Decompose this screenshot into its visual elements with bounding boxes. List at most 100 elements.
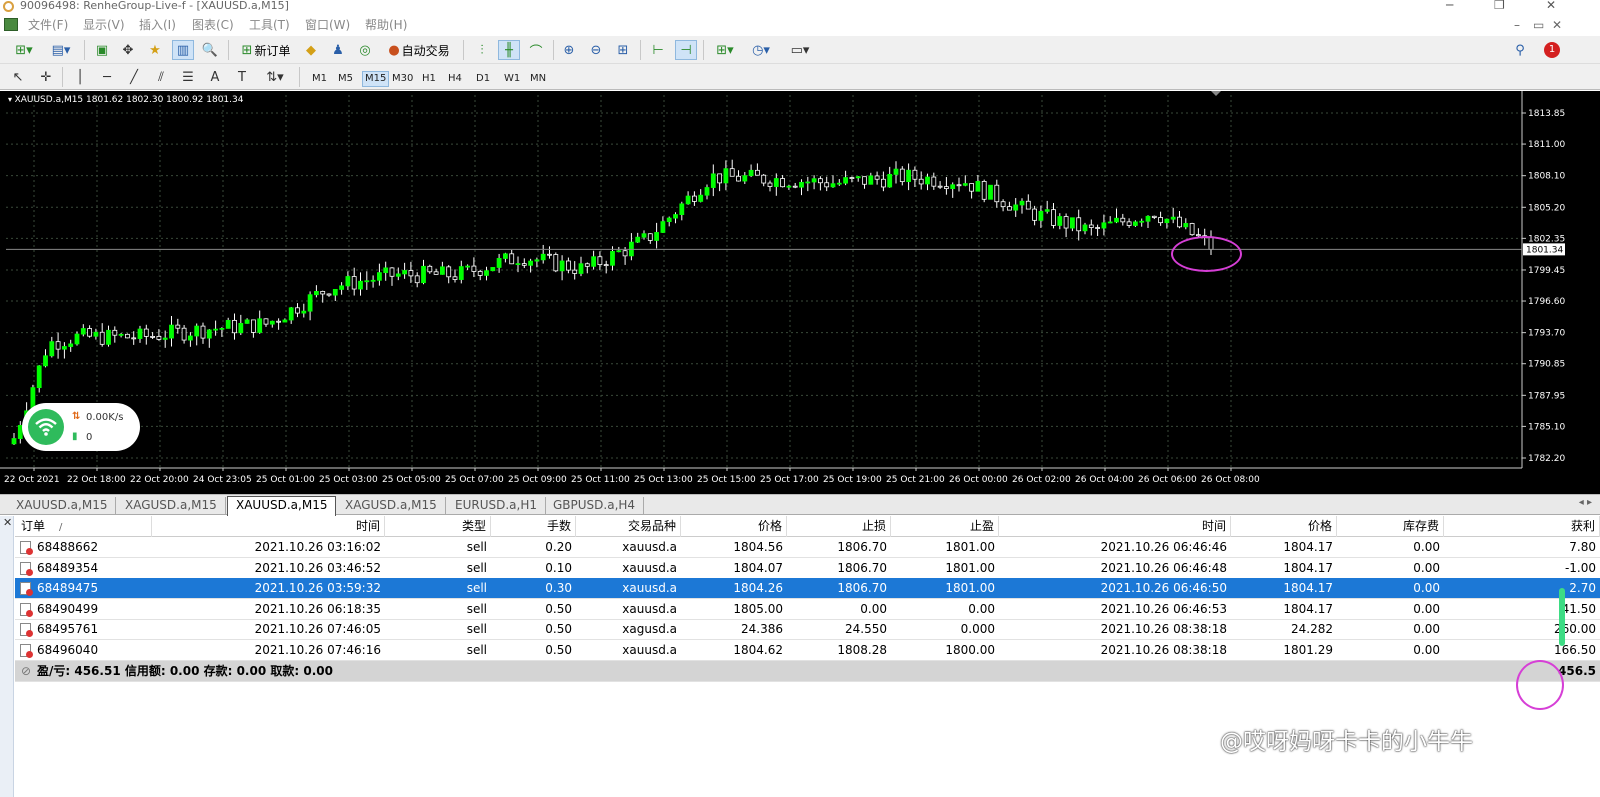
tab-xauusd-m15-1[interactable]: XAUUSD.a,M15 (8, 497, 117, 514)
bar-chart-icon[interactable]: ⫶ (472, 40, 492, 60)
child-close-button[interactable]: ✕ (1552, 15, 1562, 35)
column-header[interactable]: 库存费 (1337, 516, 1444, 537)
column-header[interactable]: 获利 (1444, 516, 1600, 537)
candle-body (446, 266, 452, 278)
column-header[interactable]: 交易品种 (576, 516, 681, 537)
strategy-tester-icon[interactable]: 🔍 (200, 40, 220, 60)
timeframe-d1[interactable]: D1 (474, 71, 492, 87)
arrows-icon[interactable]: ⇅▾ (259, 67, 291, 87)
column-header[interactable]: 止盈 (891, 516, 999, 537)
candle-body (729, 168, 735, 177)
text-label-icon[interactable]: T (232, 67, 252, 87)
auto-scroll-icon[interactable]: ⊢ (648, 40, 668, 60)
timeframe-m30[interactable]: M30 (390, 71, 415, 87)
auto-trading-button[interactable]: ● 自动交易 (383, 40, 455, 60)
close-button[interactable]: ✕ (1546, 0, 1556, 11)
data-window-icon[interactable]: ✥ (118, 40, 138, 60)
market-watch-icon[interactable]: ▣ (92, 40, 112, 60)
column-header[interactable]: 类型 (385, 516, 491, 537)
tab-xagusd-m15-2[interactable]: XAGUSD.a,M15 (337, 497, 446, 514)
timeframe-h4[interactable]: H4 (446, 71, 464, 87)
table-row[interactable]: 68495761 2021.10.26 07:46:05 sell 0.50 xagus… (15, 619, 1600, 640)
timeframe-m15[interactable]: M15 (362, 71, 390, 87)
terminal-icon[interactable]: ▥ (172, 40, 194, 60)
price-chart[interactable]: 1813.85 1811.00 1808.10 1805.20 1802.35 1799.… (0, 91, 1600, 494)
market-icon[interactable]: ◎ (355, 40, 375, 60)
column-header[interactable]: 价格 (1231, 516, 1337, 537)
zoom-in-icon[interactable]: ⊕ (559, 40, 579, 60)
cursor-icon[interactable]: ↖ (8, 67, 28, 87)
column-header[interactable]: 止损 (787, 516, 891, 537)
column-header[interactable]: 时间 (999, 516, 1231, 537)
metaeditor-icon[interactable]: ◆ (301, 40, 321, 60)
candle-body (320, 291, 326, 295)
timeframe-m1[interactable]: M1 (310, 71, 329, 87)
text-icon[interactable]: A (205, 67, 225, 87)
indicators-icon[interactable]: ⊞▾ (710, 40, 740, 60)
chart-tabs: XAUUSD.a,M15 XAGUSD.a,M15 XAUUSD.a,M15 X… (0, 494, 1600, 516)
child-minimize-button[interactable]: – (1514, 15, 1520, 35)
vertical-line-icon[interactable]: │ (70, 67, 90, 87)
terminal-close-icon[interactable]: ✕ (3, 516, 12, 529)
horizontal-line-icon[interactable]: ─ (97, 67, 117, 87)
candle-body (439, 266, 445, 275)
trendline-icon[interactable]: ╱ (124, 67, 144, 87)
timeframe-mn[interactable]: MN (528, 71, 548, 87)
templates-icon[interactable]: ▭▾ (784, 40, 816, 60)
column-header[interactable]: 订单 / (15, 516, 152, 537)
crosshair-icon[interactable]: ✛ (36, 67, 56, 87)
menu-file[interactable]: 文件(F) (28, 15, 68, 35)
tab-gbpusd-h4[interactable]: GBPUSD.a,H4 (545, 497, 645, 514)
tab-eurusd-h1[interactable]: EURUSD.a,H1 (447, 497, 546, 514)
column-header[interactable]: 手数 (491, 516, 576, 537)
periods-icon[interactable]: ◷▾ (746, 40, 776, 60)
tab-xagusd-m15-1[interactable]: XAGUSD.a,M15 (117, 497, 226, 514)
channel-icon[interactable]: ⫽ (151, 67, 171, 87)
time-label: 26 Oct 00:00 (949, 475, 1008, 485)
scroll-indicator[interactable] (1559, 588, 1565, 646)
profiles-icon[interactable]: ▤▾ (47, 40, 75, 60)
fibonacci-icon[interactable]: ☰ (178, 67, 198, 87)
candle-body (137, 328, 143, 339)
tab-xauusd-m15-2[interactable]: XAUUSD.a,M15 (227, 496, 337, 516)
signals-icon[interactable]: ♟ (328, 40, 348, 60)
timeframe-w1[interactable]: W1 (502, 71, 522, 87)
candle-body (578, 263, 584, 274)
timeframe-m5[interactable]: M5 (336, 71, 355, 87)
candle-body (792, 185, 798, 188)
table-row[interactable]: 68490499 2021.10.26 06:18:35 sell 0.50 xauus… (15, 599, 1600, 620)
menu-window[interactable]: 窗口(W) (305, 15, 350, 35)
menu-view[interactable]: 显示(V) (83, 15, 125, 35)
table-cell: -1.00 (1564, 560, 1596, 575)
table-row[interactable]: 68488662 2021.10.26 03:16:02 sell 0.20 xauus… (15, 537, 1600, 558)
table-row[interactable]: 68496040 2021.10.26 07:46:16 sell 0.50 xauus… (15, 640, 1600, 661)
menu-tools[interactable]: 工具(T) (249, 15, 290, 35)
column-header[interactable]: 价格 (681, 516, 787, 537)
child-restore-button[interactable]: ▭ (1533, 15, 1544, 35)
tile-windows-icon[interactable]: ⊞ (613, 40, 633, 60)
new-order-button[interactable]: ⊞ 新订单 (236, 40, 296, 60)
chart-shift-icon[interactable]: ⊣ (675, 40, 697, 60)
candlestick-icon[interactable]: ╫ (498, 40, 520, 60)
table-row[interactable]: 68489354 2021.10.26 03:46:52 sell 0.10 xauus… (15, 558, 1600, 579)
tab-scroll-arrows[interactable]: ◂ ▸ (1579, 497, 1592, 508)
notifications-icon[interactable]: 1 (1540, 40, 1564, 60)
candle-body (717, 173, 722, 184)
candle-body (881, 178, 886, 188)
network-speed-widget[interactable]: ⇅ 0.00K/s ▮ 0 (22, 403, 140, 451)
new-chart-icon[interactable]: ⊞▾ (8, 40, 40, 60)
zoom-out-icon[interactable]: ⊖ (586, 40, 606, 60)
table-row[interactable]: 68489475 2021.10.26 03:59:32 sell 0.30 xauus… (15, 578, 1600, 599)
menu-insert[interactable]: 插入(I) (139, 15, 176, 35)
column-header[interactable]: 时间 (152, 516, 385, 537)
candle-body (244, 319, 250, 324)
menu-help[interactable]: 帮助(H) (365, 15, 407, 35)
minimize-button[interactable]: ─ (1446, 0, 1453, 11)
menu-charts[interactable]: 图表(C) (192, 15, 234, 35)
search-icon[interactable]: ⚲ (1510, 40, 1530, 60)
navigator-icon[interactable]: ★ (145, 40, 165, 60)
line-chart-icon[interactable]: ⌒ (526, 40, 546, 60)
timeframe-h1[interactable]: H1 (420, 71, 438, 87)
candle-body (156, 336, 162, 340)
maximize-button[interactable]: ❐ (1494, 0, 1505, 11)
